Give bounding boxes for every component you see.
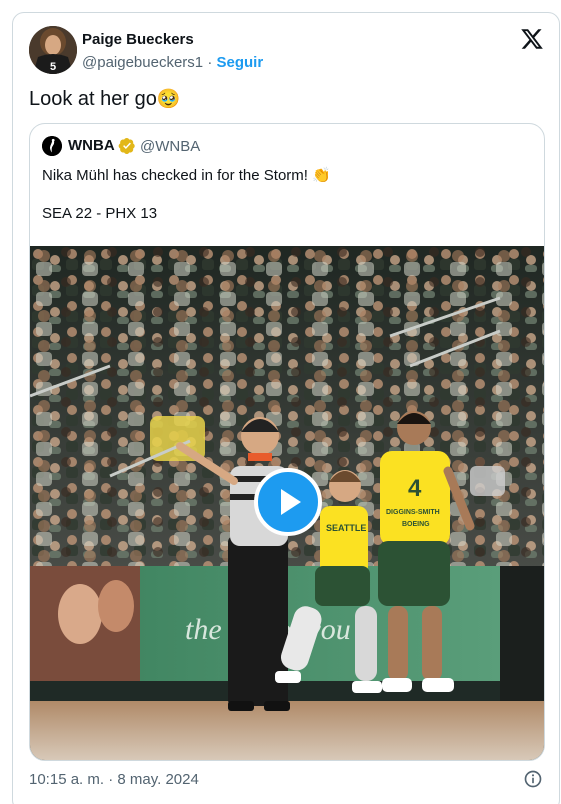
player-two-jersey-sponsor: BOEING [402, 521, 430, 528]
author-name[interactable]: Paige Bueckers [82, 31, 194, 48]
post-timestamp[interactable]: 10:15 a. m. · 8 may. 2024 [29, 771, 199, 788]
player-two-jersey-number: 4 [408, 475, 422, 502]
author-meta: @paigebueckers1 · Seguir [82, 54, 263, 71]
post-text-body: Look at her go [29, 88, 157, 110]
wnba-logo-icon [42, 136, 62, 156]
quoted-text-body: Nika Mühl has checked in for the Storm! [42, 167, 308, 184]
avatar-jersey-number: 5 [50, 61, 56, 73]
player-one-team-text: SEATTLE [326, 523, 366, 533]
pleading-face-emoji: 🥹 [156, 89, 181, 110]
clapping-hands-emoji: 👏 [312, 167, 331, 184]
quoted-author-handle[interactable]: @WNBA [140, 138, 200, 155]
post-text: Look at her go🥹 [29, 87, 181, 111]
wnba-logo-avatar[interactable] [42, 136, 62, 156]
author-handle[interactable]: @paigebueckers1 [82, 54, 203, 71]
follow-button[interactable]: Seguir [216, 54, 263, 71]
meta-separator: · [207, 54, 213, 71]
post-card: 5 Paige Bueckers @paigebueckers1 · Segui… [12, 12, 560, 804]
quoted-text: Nika Mühl has checked in for the Storm! … [42, 166, 331, 184]
quoted-score-line: SEA 22 - PHX 13 [42, 205, 158, 222]
play-button[interactable] [254, 468, 322, 536]
player-two-jersey-name: DIGGINS-SMITH [386, 509, 440, 516]
quoted-author-name[interactable]: WNBA [68, 137, 115, 154]
play-icon [281, 489, 301, 515]
video-player[interactable]: the ear of you SEATTLE [30, 246, 544, 760]
quoted-post[interactable]: WNBA @WNBA Nika Mühl has checked in for … [29, 123, 545, 761]
info-icon[interactable] [523, 769, 543, 789]
avatar-image: 5 [29, 26, 77, 74]
avatar[interactable]: 5 [29, 26, 77, 74]
x-logo-icon[interactable] [520, 27, 544, 51]
verified-gold-badge-icon [118, 137, 135, 155]
